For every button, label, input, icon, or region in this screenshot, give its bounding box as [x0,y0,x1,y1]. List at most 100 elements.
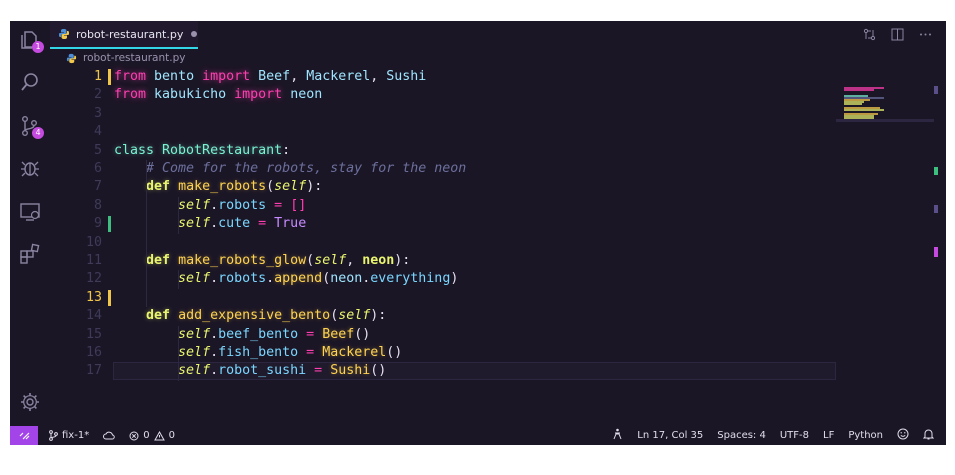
code-line[interactable]: 12 self.robots.append(neon.everything) [50,270,836,288]
remote-indicator[interactable] [10,426,38,445]
code-line[interactable]: 16 self.fish_bento = Mackerel() [50,344,836,362]
git-change-marker[interactable] [108,69,111,85]
code-token: . [210,271,219,287]
line-number: 17 [85,363,102,379]
python-file-icon [59,29,69,39]
git-change-marker[interactable] [108,289,111,306]
tab-bar: robot-restaurant.py [50,21,946,49]
branch-name: fix-1* [62,430,90,441]
code-token: = [306,345,315,360]
editor-actions [862,27,932,41]
remote-icon [19,432,29,440]
code-line[interactable]: 7 def make_robots(self): [50,178,836,196]
overview-ruler-marker [934,167,938,175]
line-number: 15 [85,326,102,342]
code-line[interactable]: 17 self.robot_sushi = Sushi() [50,362,836,381]
cursor-position[interactable]: Ln 17, Col 35 [637,430,703,441]
code-token: robot_sushi [218,363,307,379]
code-token: [] [290,197,307,213]
line-number: 1 [93,69,102,84]
overview-ruler-marker [934,247,938,257]
code-token: . [210,216,219,232]
code-token: self [338,308,371,324]
remote-explorer-icon[interactable] [19,201,41,223]
compare-changes-icon[interactable] [862,27,876,41]
encoding[interactable]: UTF-8 [780,430,809,441]
notifications-bell-icon[interactable] [922,428,935,443]
code-token: def [146,179,171,195]
minimap[interactable] [836,65,946,426]
code-token: . [210,197,219,213]
code-token: () [370,363,387,379]
code-token: everything [370,271,451,287]
code-text: self.robot_sushi = Sushi() [114,362,386,380]
code-line[interactable]: 9 self.cute = True [50,215,836,233]
code-token: self [178,345,211,360]
sync-button[interactable] [103,431,115,441]
line-number: 14 [85,308,102,324]
line-number: 11 [85,253,102,268]
line-number: 13 [85,289,102,305]
code-line[interactable]: 3 [50,105,836,123]
code-line[interactable]: 6 # Come for the robots, stay for the ne… [50,160,836,178]
language-mode[interactable]: Python [848,430,883,441]
git-change-marker[interactable] [108,216,111,233]
code-line[interactable]: 8 self.robots = [] [50,197,836,215]
code-text: self.robots.append(neon.everything) [114,270,458,288]
code-token: make_robots_glow [178,253,307,268]
code-line[interactable]: 1 from bento import Beef, Mackerel, Sushi [50,68,836,86]
code-token: ): [306,179,323,195]
accessibility-icon[interactable] [612,428,623,443]
code-line[interactable]: 5 class RobotRestaurant: [50,142,836,160]
code-token: from [114,69,147,84]
code-line[interactable]: 14 def add_expensive_bento(self): [50,307,836,325]
code-token: Mackerel [306,69,371,84]
indent-guide [146,160,147,308]
code-token: robots [218,271,267,287]
end-of-line[interactable]: LF [823,430,834,441]
tab-robot-restaurant[interactable]: robot-restaurant.py [50,21,198,49]
code-token: ( [330,308,339,324]
settings-gear-icon[interactable] [19,391,41,413]
breadcrumb[interactable]: robot-restaurant.py [66,50,185,66]
code-line[interactable]: 10 [50,234,836,252]
code-editor[interactable]: 1 from bento import Beef, Mackerel, Sushi… [50,65,836,426]
code-line[interactable]: 2 from kabukicho import neon [50,86,836,104]
minimap-line [844,89,874,91]
code-token: self [178,197,211,213]
code-line[interactable]: 4 [50,123,836,141]
code-token: () [354,326,371,342]
line-number: 4 [93,124,102,140]
code-line[interactable]: 11 def make_robots_glow(self, neon): [50,252,836,270]
code-token: True [274,216,307,232]
tab-label: robot-restaurant.py [76,27,184,41]
code-text: class RobotRestaurant: [114,142,290,160]
problems-indicator[interactable]: 0 0 [129,430,175,441]
code-line[interactable]: 15 self.beef_bento = Beef() [50,326,836,344]
line-number: 12 [85,271,102,287]
code-token: class RobotRestaurant [114,142,283,158]
code-token: ( [266,179,275,195]
debug-icon[interactable] [19,157,41,179]
code-line[interactable]: 13 [50,289,836,307]
minimap-line [844,103,862,105]
split-editor-icon[interactable] [890,27,904,41]
indentation[interactable]: Spaces: 4 [717,430,766,441]
feedback-smiley-icon[interactable] [897,428,909,443]
more-actions-icon[interactable] [918,27,932,41]
code-token: Beef [322,326,355,342]
code-token: Beef [258,69,291,84]
extensions-icon[interactable] [19,243,41,265]
error-count: 0 [143,430,150,441]
status-bar: fix-1* 0 0 Ln 17, Col 35 Spaces: 4 UTF-8… [10,426,946,445]
branch-indicator[interactable]: fix-1* [48,430,89,441]
search-icon[interactable] [19,71,41,93]
python-file-icon [66,53,77,63]
